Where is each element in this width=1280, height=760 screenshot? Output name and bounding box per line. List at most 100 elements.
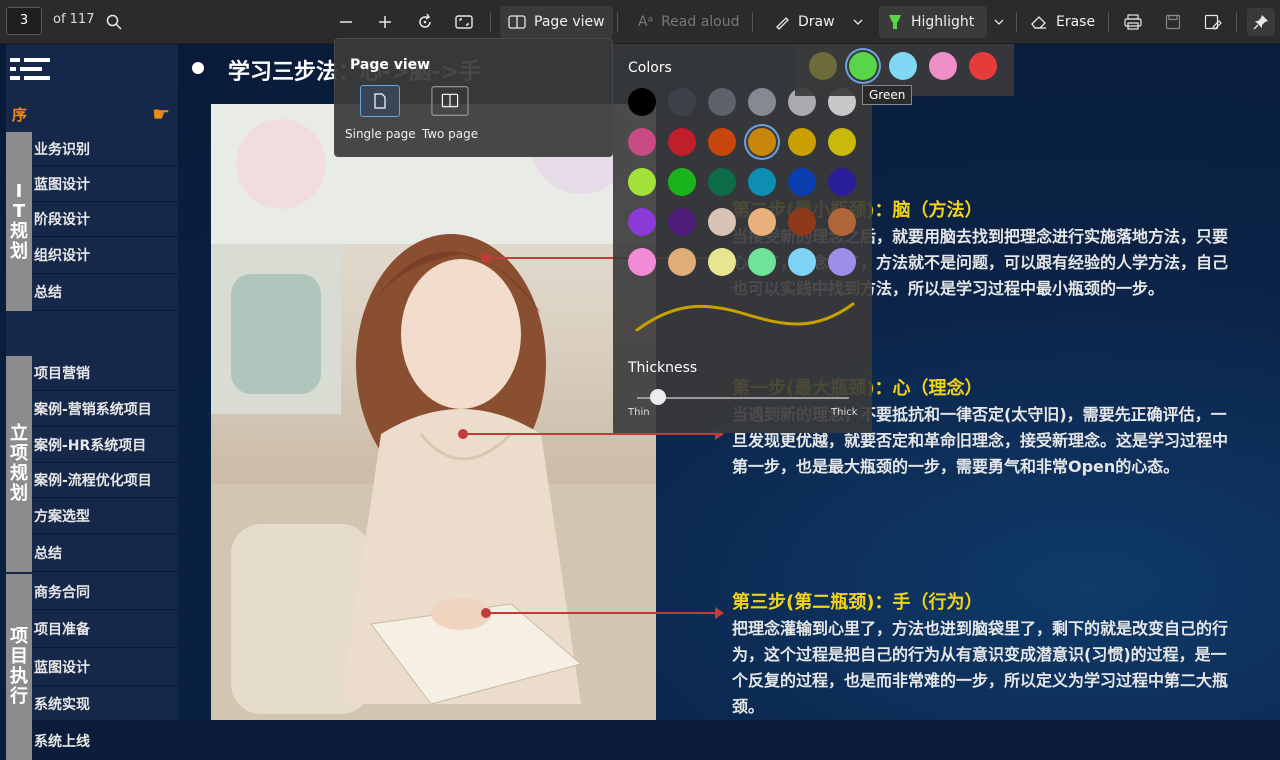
two-page-option[interactable]: Two page xyxy=(415,85,485,141)
photo-woman-reading xyxy=(211,104,656,720)
draw-colors-panel: Colors Thickness Thin Thick xyxy=(613,44,872,433)
sidebar-item[interactable]: 项目准备 xyxy=(32,610,178,648)
sidebar-item[interactable]: 组织设计 xyxy=(32,237,178,274)
thickness-slider-thumb[interactable] xyxy=(650,389,667,405)
colors-title: Colors xyxy=(628,60,672,76)
save-as-icon[interactable] xyxy=(1199,8,1227,36)
sidebar-item[interactable]: 总结 xyxy=(32,274,178,311)
color-swatch[interactable] xyxy=(788,248,816,276)
read-aloud-label: Read aloud xyxy=(661,14,740,30)
color-swatch[interactable] xyxy=(708,208,736,236)
draw-label: Draw xyxy=(798,14,835,30)
toolbar-separator xyxy=(1236,12,1237,32)
highlight-button[interactable]: Highlight xyxy=(879,6,987,38)
toolbar-separator xyxy=(1016,12,1017,32)
highlight-color-swatch[interactable] xyxy=(849,52,877,80)
color-swatch[interactable] xyxy=(748,248,776,276)
thickness-slider-track[interactable] xyxy=(637,397,849,399)
sidebar-item[interactable]: 业务识别 xyxy=(32,132,178,166)
color-swatch[interactable] xyxy=(828,248,856,276)
fit-page-icon[interactable] xyxy=(450,8,478,36)
sidebar-item[interactable]: 阶段设计 xyxy=(32,202,178,237)
erase-label: Erase xyxy=(1056,14,1096,30)
sidebar-item[interactable]: 总结 xyxy=(32,534,178,572)
stroke-preview xyxy=(635,302,855,332)
zoom-in-icon[interactable] xyxy=(371,8,399,36)
slide-sidebar: 序 ☛ IT规划 业务识别 蓝图设计 阶段设计 组织设计 总结 立项规划 项目营销 案例-营销系… xyxy=(6,44,178,760)
color-swatch[interactable] xyxy=(708,128,736,156)
color-swatch[interactable] xyxy=(708,88,736,116)
rotate-icon[interactable] xyxy=(411,8,439,36)
title-bullet xyxy=(192,62,204,74)
sidebar-group-label: IT规划 xyxy=(6,132,32,311)
color-swatch[interactable] xyxy=(628,248,656,276)
toolbar-separator xyxy=(752,12,753,32)
page-total: of 117 xyxy=(53,12,95,27)
pen-icon xyxy=(776,17,789,30)
single-page-option[interactable]: Single page xyxy=(345,85,416,141)
sidebar-group-text: 项目执行 xyxy=(10,626,28,707)
zoom-out-icon[interactable] xyxy=(332,8,360,36)
highlight-color-swatch[interactable] xyxy=(969,52,997,80)
sidebar-item[interactable]: 系统上线 xyxy=(32,723,178,760)
eraser-icon xyxy=(1031,16,1046,29)
color-swatch[interactable] xyxy=(708,168,736,196)
toolbar-separator xyxy=(617,12,618,32)
color-swatch[interactable] xyxy=(828,208,856,236)
color-swatch[interactable] xyxy=(708,248,736,276)
read-aloud-button[interactable]: Aᵃ Read aloud xyxy=(630,6,747,38)
sidebar-group-label: 项目执行 xyxy=(6,574,32,760)
sidebar-item[interactable]: 系统实现 xyxy=(32,686,178,723)
sidebar-item[interactable]: 方案选型 xyxy=(32,498,178,534)
read-aloud-icon: Aᵃ xyxy=(638,14,654,30)
single-page-label: Single page xyxy=(345,127,416,141)
step-three-text: 把理念灌输到心里了，方法也进到脑袋里了，剩下的就是改变自己的行为，这个过程是把自… xyxy=(732,619,1229,716)
sidebar-item[interactable]: 项目营销 xyxy=(32,356,178,391)
color-swatch[interactable] xyxy=(668,88,696,116)
color-swatch[interactable] xyxy=(788,168,816,196)
highlight-color-swatch[interactable] xyxy=(929,52,957,80)
menu-icon xyxy=(10,56,50,86)
sidebar-item[interactable]: 案例-流程优化项目 xyxy=(32,463,178,498)
color-swatch[interactable] xyxy=(668,248,696,276)
highlight-color-swatch[interactable] xyxy=(889,52,917,80)
sidebar-item[interactable]: 蓝图设计 xyxy=(32,166,178,202)
color-swatch[interactable] xyxy=(668,208,696,236)
color-swatch[interactable] xyxy=(788,128,816,156)
color-swatch[interactable] xyxy=(788,208,816,236)
color-swatch[interactable] xyxy=(748,128,776,156)
color-swatch[interactable] xyxy=(668,168,696,196)
color-swatch[interactable] xyxy=(748,208,776,236)
highlight-color-swatch[interactable] xyxy=(809,52,837,80)
preface-label: 序 xyxy=(12,106,28,124)
color-swatch[interactable] xyxy=(828,168,856,196)
page-view-button[interactable]: Page view xyxy=(500,6,613,38)
toolbar-separator xyxy=(490,12,491,32)
color-swatch[interactable] xyxy=(748,168,776,196)
sidebar-item[interactable]: 案例-营销系统项目 xyxy=(32,391,178,427)
sidebar-item[interactable]: 商务合同 xyxy=(32,574,178,610)
color-swatch[interactable] xyxy=(628,168,656,196)
highlight-dropdown-chevron-icon[interactable] xyxy=(988,8,1010,36)
page-view-label: Page view xyxy=(534,14,605,30)
thin-label: Thin xyxy=(628,407,650,418)
pin-icon[interactable] xyxy=(1247,8,1275,36)
draw-button[interactable]: Draw xyxy=(766,6,843,38)
sidebar-item[interactable]: 案例-HR系统项目 xyxy=(32,427,178,463)
color-swatch[interactable] xyxy=(628,208,656,236)
sidebar-group-text: IT规划 xyxy=(10,180,28,262)
sidebar-item[interactable]: 蓝图设计 xyxy=(32,648,178,686)
page-number-input[interactable]: 3 xyxy=(6,7,42,35)
two-page-label: Two page xyxy=(421,127,479,141)
print-icon[interactable] xyxy=(1119,8,1147,36)
color-swatch[interactable] xyxy=(628,128,656,156)
color-swatch[interactable] xyxy=(668,128,696,156)
draw-dropdown-chevron-icon[interactable] xyxy=(847,8,869,36)
search-icon[interactable] xyxy=(100,8,128,36)
color-swatch[interactable] xyxy=(828,128,856,156)
save-icon[interactable] xyxy=(1159,8,1187,36)
color-swatch[interactable] xyxy=(628,88,656,116)
sidebar-preface: 序 ☛ xyxy=(6,96,178,134)
erase-button[interactable]: Erase xyxy=(1022,6,1103,38)
color-swatch[interactable] xyxy=(748,88,776,116)
